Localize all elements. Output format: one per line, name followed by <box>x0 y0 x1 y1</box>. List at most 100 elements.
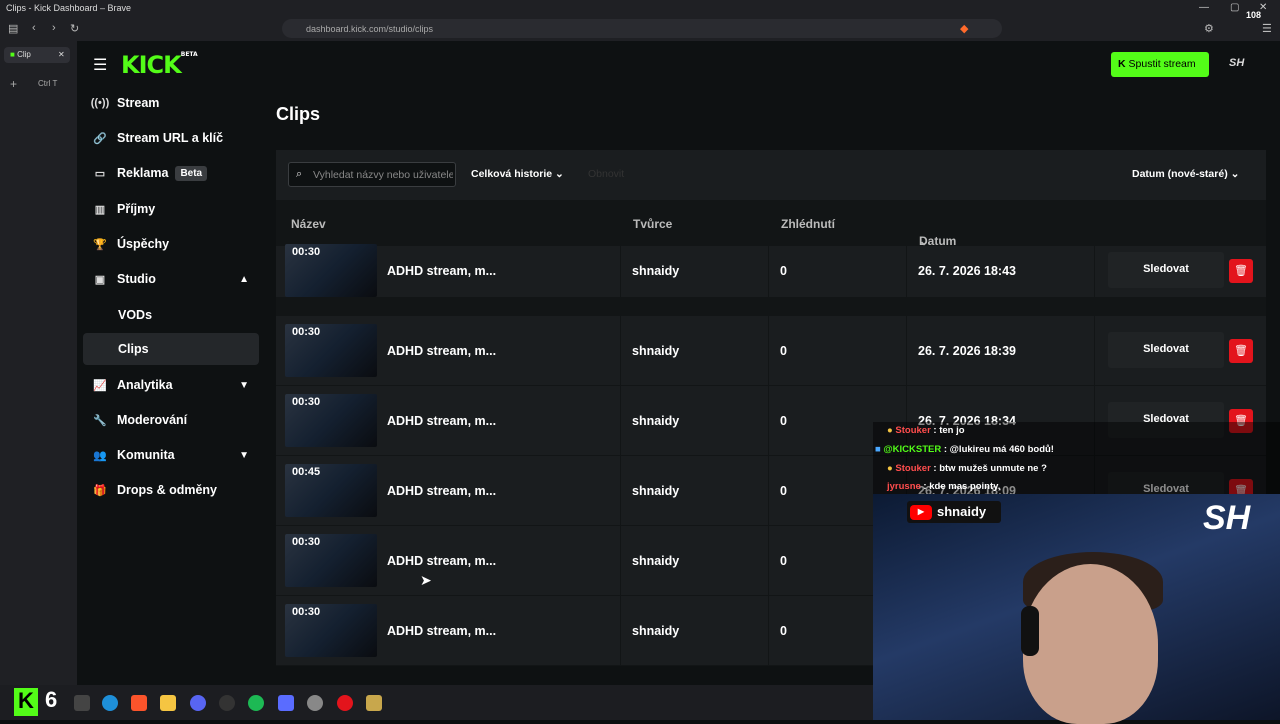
table-row[interactable]: 00:30 ADHD stream, m... shnaidy 0 26. 7. 202… <box>276 244 1266 316</box>
sidebar-item-label: Stream <box>117 96 160 110</box>
history-filter-dropdown[interactable]: Celková historie ⌄ <box>471 168 564 180</box>
folder-icon[interactable] <box>160 695 176 711</box>
obs-icon[interactable] <box>337 695 353 711</box>
kick-favicon-icon: ■ <box>10 50 15 59</box>
sidebar-item-clips[interactable]: Clips <box>83 333 259 365</box>
sidebar-item-label: Stream URL a klíč <box>117 131 224 145</box>
discord-icon[interactable] <box>190 695 206 711</box>
sidebar-item-revenue[interactable]: ▥ Příjmy <box>83 193 259 225</box>
settings-icon[interactable] <box>307 695 323 711</box>
sidebar-item-studio[interactable]: ▣ Studio ▲ <box>83 263 259 295</box>
go-live-label: Spustit stream <box>1128 58 1196 70</box>
address-bar[interactable]: dashboard.kick.com/studio/clips <box>282 19 1002 38</box>
column-views[interactable]: Zhlédnutí <box>781 217 835 231</box>
trash-icon: 🗑 <box>1234 345 1248 357</box>
beta-badge: Beta <box>175 165 208 181</box>
maximize-icon[interactable]: ▢ <box>1230 2 1239 13</box>
chat-message: ● Stouker : btw mužeš unmute ne ? <box>887 463 1047 474</box>
avatar[interactable]: SH <box>1229 57 1244 69</box>
table-row[interactable]: 00:30 ADHD stream, m... shnaidy 0 26. 7. 202… <box>276 316 1266 386</box>
delete-clip-button[interactable]: 🗑 <box>1229 259 1253 283</box>
minimize-icon[interactable]: — <box>1199 2 1209 13</box>
game-icon[interactable] <box>366 695 382 711</box>
sidebar-item-stream-url[interactable]: 🔗 Stream URL a klíč <box>83 122 259 154</box>
sidebar-item-label: Clips <box>118 342 149 356</box>
clip-views: 0 <box>780 414 787 428</box>
webcam-overlay: ▶ shnaidy SH <box>873 494 1280 724</box>
tab-clips[interactable]: ■ Clip ✕ <box>4 47 70 63</box>
brave-shield-icon[interactable]: ◆ <box>960 22 968 35</box>
tab-label: Clip <box>17 50 31 59</box>
reload-icon[interactable]: ↻ <box>70 22 79 35</box>
clip-views: 0 <box>780 624 787 638</box>
kick-logo[interactable]: KICKBETA <box>121 51 198 79</box>
sidebar-item-label: Reklama <box>117 166 169 180</box>
column-creator[interactable]: Tvůrce <box>633 217 672 231</box>
trophy-icon: 🏆 <box>93 238 107 251</box>
clip-date: 26. 7. 2026 18:43 <box>918 264 1016 278</box>
file-explorer-icon[interactable] <box>74 695 90 711</box>
trash-icon: 🗑 <box>1234 265 1248 277</box>
clip-title[interactable]: ADHD stream, m... <box>387 554 496 568</box>
steam-icon[interactable] <box>219 695 235 711</box>
search-icon: ⌕ <box>296 168 303 180</box>
new-tab-icon[interactable]: + <box>10 77 17 91</box>
sort-dropdown[interactable]: Datum (nové-staré) ⌄ <box>1132 168 1239 180</box>
back-icon[interactable]: ‹ <box>32 22 36 34</box>
sidebar-item-moderation[interactable]: 🔧 Moderování <box>83 404 259 436</box>
sidebar-item-vods[interactable]: VODs <box>83 298 259 330</box>
sidebar-item-community[interactable]: 👥 Komunita ▼ <box>83 439 259 471</box>
watch-button[interactable]: Sledovat <box>1108 332 1224 368</box>
clip-views: 0 <box>780 344 787 358</box>
edge-icon[interactable] <box>102 695 118 711</box>
sidebar-item-label: Úspěchy <box>117 237 170 251</box>
clip-creator: shnaidy <box>632 554 680 568</box>
hamburger-icon[interactable]: ☰ <box>93 55 107 75</box>
tab-close-icon[interactable]: ✕ <box>58 50 65 59</box>
spotify-icon[interactable] <box>248 695 264 711</box>
mouse-cursor: ➤ <box>420 572 432 588</box>
ad-icon: ▭ <box>94 167 106 180</box>
sidebar-item-label: VODs <box>118 308 153 322</box>
clip-views: 0 <box>780 484 787 498</box>
brave-icon[interactable] <box>131 695 147 711</box>
search-input[interactable]: ⌕ Vyhledat názvy nebo uživatele <box>288 162 456 187</box>
sidebar-item-label: Analytika <box>117 378 173 392</box>
link-icon: 🔗 <box>93 132 107 145</box>
sidebar-item-drops[interactable]: 🎁 Drops & odměny <box>83 474 259 506</box>
clip-title[interactable]: ADHD stream, m... <box>387 414 496 428</box>
refresh-button[interactable]: Obnovit <box>588 168 624 180</box>
watch-button[interactable]: Sledovat <box>1108 252 1224 288</box>
chat-message: ● Stouker : ten jo <box>887 425 965 436</box>
clip-duration: 00:30 <box>292 606 321 618</box>
sidebar-item-achievements[interactable]: 🏆 Úspěchy <box>83 228 259 260</box>
menu-icon[interactable]: ☰ <box>1262 22 1272 35</box>
kick-k-icon: K <box>1118 58 1126 70</box>
youtube-icon: ▶ <box>910 505 932 520</box>
studio-icon: ▣ <box>94 273 106 286</box>
sidebar-item-stream[interactable]: ((•)) Stream <box>83 87 259 119</box>
go-live-button[interactable]: K Spustit stream <box>1111 52 1209 77</box>
clip-title[interactable]: ADHD stream, m... <box>387 484 496 498</box>
revenue-icon: ▥ <box>94 203 106 216</box>
clip-creator: shnaidy <box>632 624 680 638</box>
new-tab-shortcut: Ctrl T <box>38 79 58 88</box>
sort-label: Datum (nové-staré) <box>1132 168 1228 180</box>
clip-duration: 00:30 <box>292 246 321 258</box>
sidebar-toggle-icon[interactable]: ▤ <box>8 22 18 35</box>
app-icon[interactable] <box>278 695 294 711</box>
vertical-tabs: ■ Clip ✕ + Ctrl T <box>0 41 77 685</box>
search-placeholder: Vyhledat názvy nebo uživatele <box>313 169 453 181</box>
clip-title[interactable]: ADHD stream, m... <box>387 344 496 358</box>
forward-icon[interactable]: › <box>52 22 56 34</box>
window-titlebar: Clips - Kick Dashboard – Brave — ▢ ✕ <box>0 0 1280 16</box>
sidebar-item-ads[interactable]: ▭ Reklama Beta <box>83 157 259 189</box>
clip-title[interactable]: ADHD stream, m... <box>387 624 496 638</box>
url-text: dashboard.kick.com/studio/clips <box>306 24 434 34</box>
clip-title[interactable]: ADHD stream, m... <box>387 264 496 278</box>
delete-clip-button[interactable]: 🗑 <box>1229 339 1253 363</box>
extensions-icon[interactable]: ⚙ <box>1204 22 1214 35</box>
browser-toolbar: ▤ ‹ › ↻ dashboard.kick.com/studio/clips … <box>0 10 1280 41</box>
column-name[interactable]: Název <box>291 217 326 231</box>
sidebar-item-analytics[interactable]: 📈 Analytika ▼ <box>83 369 259 401</box>
